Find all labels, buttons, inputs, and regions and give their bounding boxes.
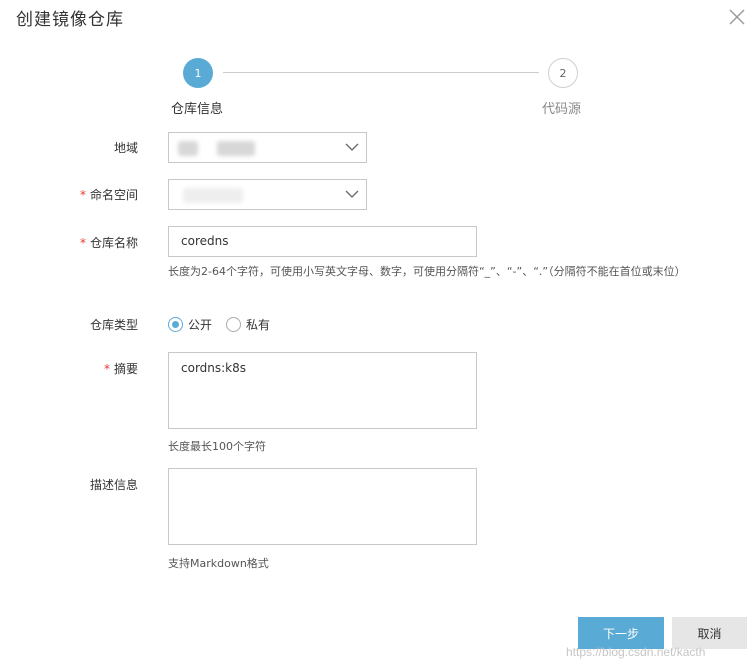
- radio-public-circle[interactable]: [168, 317, 183, 332]
- step-2-label: 代码源: [542, 102, 582, 117]
- close-icon[interactable]: [726, 6, 748, 28]
- radio-private-circle[interactable]: [226, 317, 241, 332]
- redacted-region-value: [178, 141, 198, 156]
- radio-public-label: 公开: [188, 318, 213, 332]
- watermark: https://blog.csdn.net/kacth: [566, 645, 706, 659]
- chevron-down-icon: [345, 143, 359, 151]
- summary-textarea[interactable]: cordns:k8s: [168, 352, 477, 429]
- description-label: 描述信息: [89, 478, 138, 492]
- description-hint: 支持Markdown格式: [168, 557, 269, 570]
- repo-type-label: 仓库类型: [89, 318, 138, 332]
- close-button[interactable]: [726, 6, 748, 28]
- summary-label: * 摘要: [103, 362, 138, 376]
- step-2-circle: 2: [548, 58, 578, 88]
- redacted-namespace-value: [183, 188, 243, 203]
- repo-name-hint: 长度为2-64个字符，可使用小写英文字母、数字，可使用分隔符“_”、“-”、“.…: [168, 265, 686, 278]
- step-connector: [223, 72, 539, 73]
- chevron-down-icon: [345, 190, 359, 198]
- dialog-title: 创建镜像仓库: [16, 10, 124, 30]
- redacted-region-value: [217, 141, 255, 156]
- region-select[interactable]: [168, 132, 367, 163]
- repo-name-input[interactable]: coredns: [168, 226, 477, 257]
- step-1-label: 仓库信息: [171, 102, 224, 117]
- region-label: 地域: [113, 141, 138, 155]
- radio-public[interactable]: 公开: [168, 316, 212, 333]
- repo-name-label: * 仓库名称: [79, 236, 138, 250]
- summary-hint: 长度最长100个字符: [168, 440, 266, 453]
- description-textarea[interactable]: [168, 468, 477, 545]
- namespace-select[interactable]: [168, 179, 367, 210]
- step-1-circle: 1: [183, 58, 213, 88]
- radio-private[interactable]: 私有: [226, 316, 270, 333]
- radio-private-label: 私有: [246, 318, 271, 332]
- namespace-label: * 命名空间: [79, 188, 138, 202]
